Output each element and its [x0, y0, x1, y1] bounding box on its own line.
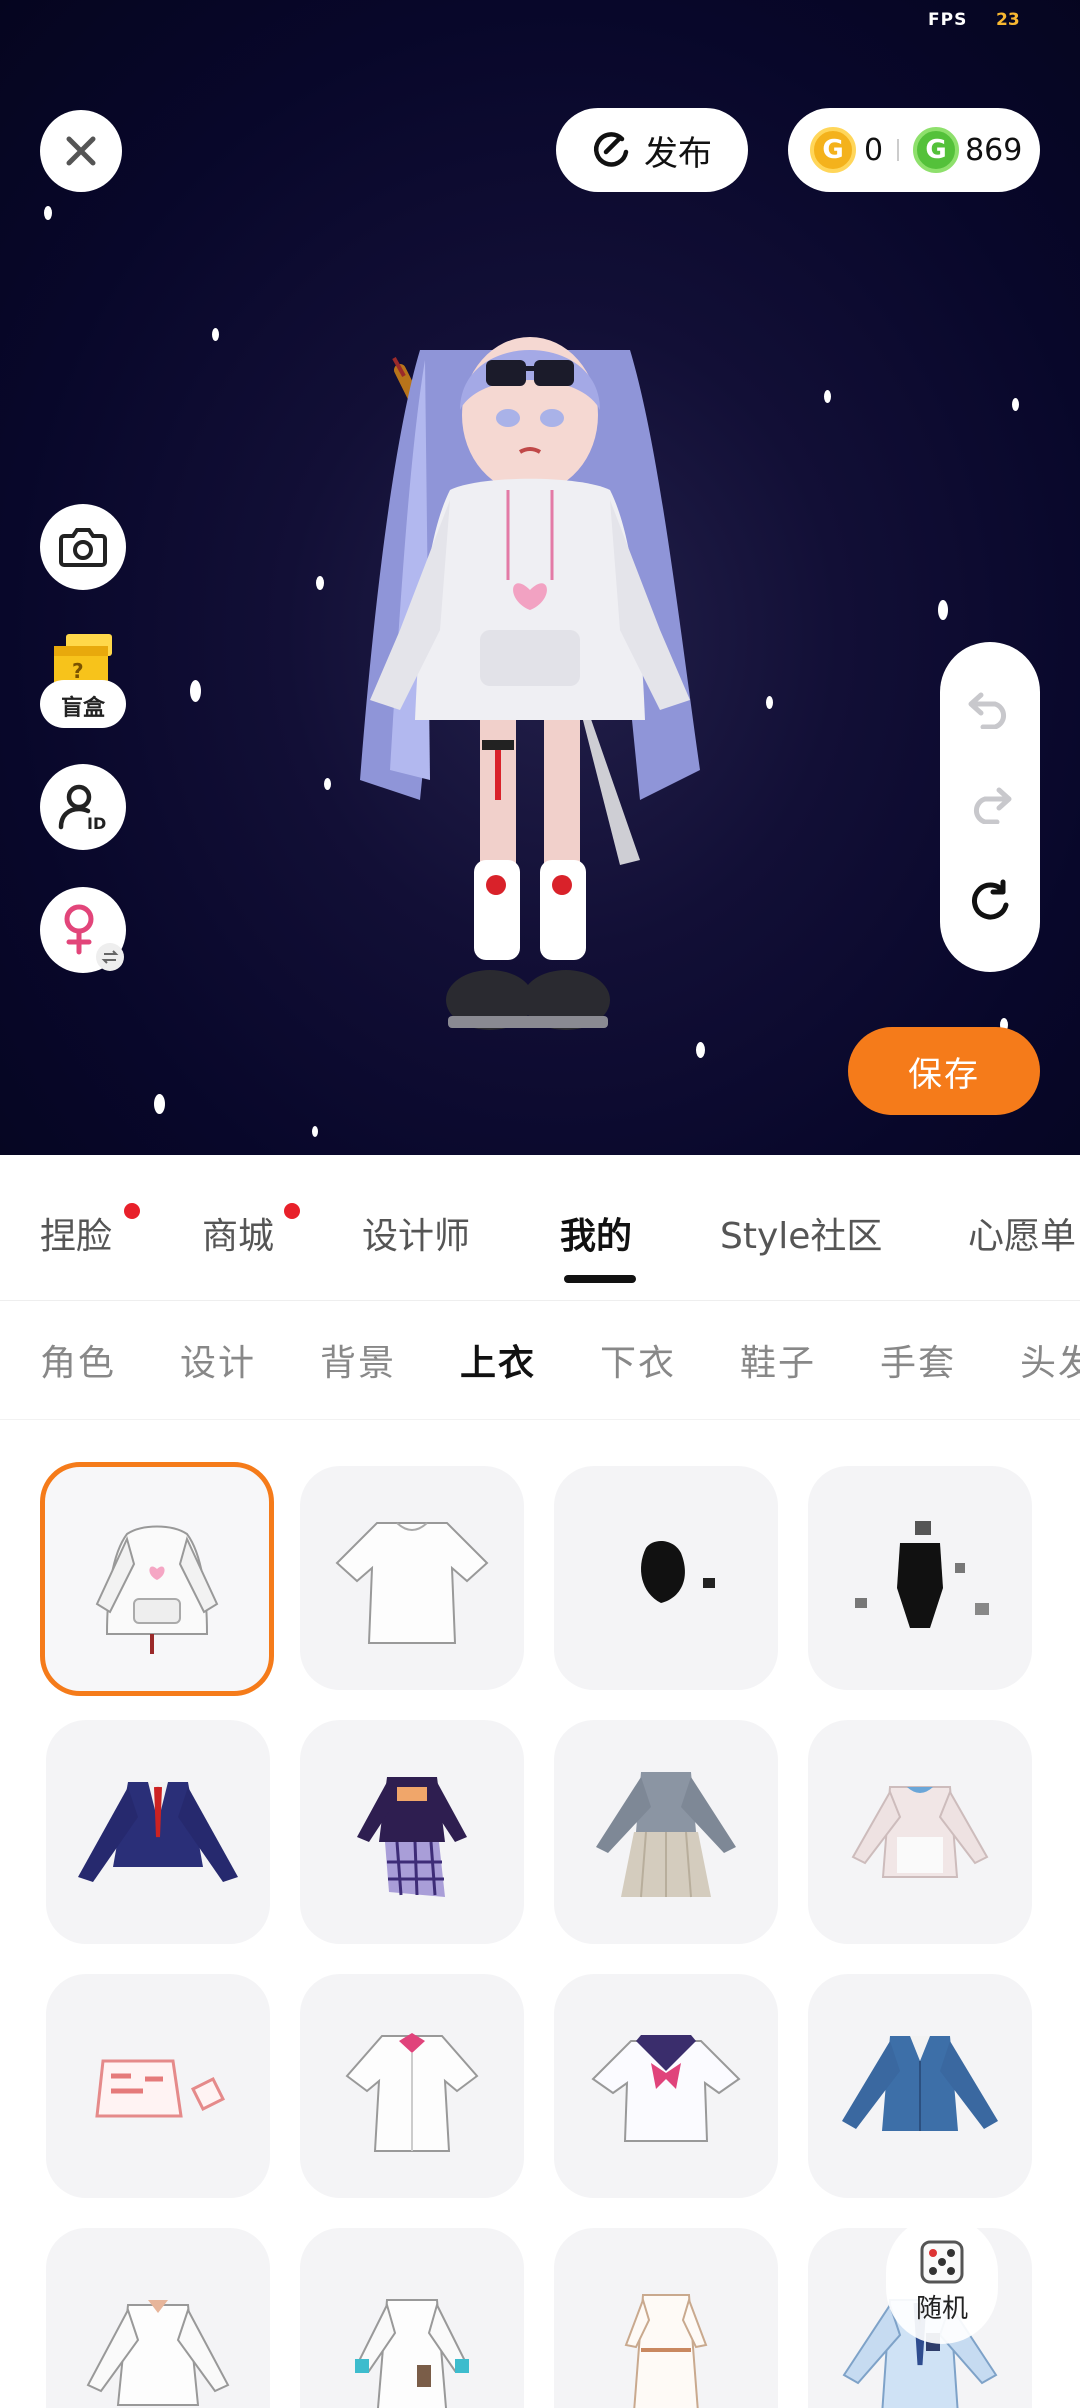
- save-button[interactable]: 保存: [848, 1027, 1040, 1115]
- pink-cardigan-item-icon: [851, 1786, 989, 1878]
- item-tile[interactable]: [808, 1720, 1032, 1944]
- close-button[interactable]: [40, 110, 122, 192]
- id-badge-text: ID: [87, 814, 106, 833]
- snowflake: [824, 390, 831, 403]
- white-blouse-item-icon: [345, 2033, 479, 2152]
- publish-icon: [593, 132, 629, 167]
- tab-designer[interactable]: 设计师: [362, 1207, 470, 1259]
- item-tile[interactable]: [554, 2228, 778, 2408]
- blindbox-button[interactable]: ? 盲盒: [40, 628, 126, 732]
- belted-dress-item-icon: [355, 2299, 469, 2408]
- snowflake: [154, 1094, 165, 1114]
- tshirt-item-icon: [335, 1522, 489, 1644]
- snowflake: [766, 696, 773, 709]
- dice-icon: [920, 2240, 964, 2283]
- notification-dot: [124, 1203, 140, 1219]
- gender-switch-button[interactable]: [40, 887, 126, 973]
- blue-jacket-item-icon: [842, 2036, 998, 2131]
- tab-wishlist[interactable]: 心愿单: [968, 1207, 1076, 1259]
- purple-outfit-item-icon: [357, 1777, 467, 1897]
- random-label: 随机: [915, 2293, 968, 2324]
- snowflake: [44, 206, 52, 220]
- active-tab-indicator: [564, 1275, 636, 1283]
- reset-icon[interactable]: [967, 879, 1013, 925]
- subtab-tops[interactable]: 上衣: [460, 1334, 536, 1386]
- item-tile[interactable]: [554, 1720, 778, 1944]
- user-id-icon: ID: [58, 784, 106, 833]
- item-tile[interactable]: [300, 2228, 524, 2408]
- snowflake: [312, 1126, 318, 1137]
- item-tile[interactable]: [46, 1974, 270, 2198]
- snowflake: [316, 576, 324, 590]
- gold-amount: 0: [864, 132, 884, 168]
- subtab-shoes[interactable]: 鞋子: [740, 1334, 816, 1386]
- bodysuit-item-icon: [855, 1521, 989, 1628]
- currency-divider: [897, 139, 900, 161]
- avatar-stage[interactable]: FPS 23 发布 G 0 G 869 ? 盲盒 ID 保存: [0, 0, 1080, 1155]
- category-tab-bar: 角色 设计 背景 上衣 下衣 鞋子 手套 头发: [0, 1302, 1080, 1420]
- item-tile[interactable]: [46, 2228, 270, 2408]
- sailor-top-item-icon: [591, 2035, 741, 2142]
- item-tile[interactable]: [46, 1720, 270, 1944]
- blindbox-label: 盲盒: [40, 680, 126, 728]
- undo-icon[interactable]: [967, 689, 1013, 730]
- grey-uniform-item-icon: [596, 1772, 736, 1898]
- subtab-hair[interactable]: 头发: [1020, 1334, 1080, 1386]
- swap-icon: [96, 943, 124, 971]
- fps-value: 23: [996, 10, 1020, 30]
- publish-label: 发布: [644, 133, 712, 174]
- item-tile[interactable]: [300, 1720, 524, 1944]
- snowflake: [190, 680, 201, 702]
- main-tab-bar: 捏脸 商城 设计师 我的 Style社区 心愿单: [0, 1155, 1080, 1301]
- subtab-gloves[interactable]: 手套: [880, 1334, 956, 1386]
- hoodie-item-icon: [95, 1525, 219, 1654]
- gold-coin-icon: G: [810, 127, 856, 173]
- item-tile[interactable]: [554, 1466, 778, 1690]
- notification-dot: [284, 1203, 300, 1219]
- avatar-id-button[interactable]: ID: [40, 764, 126, 850]
- currency-balance[interactable]: G 0 G 869: [788, 108, 1040, 192]
- long-dress-item-icon: [624, 2294, 708, 2408]
- black-accessory-item-icon: [641, 1541, 715, 1603]
- item-tile[interactable]: [808, 1466, 1032, 1690]
- tab-mine[interactable]: 我的: [560, 1207, 632, 1259]
- publish-button[interactable]: 发布: [556, 108, 748, 192]
- item-tile[interactable]: [300, 1466, 524, 1690]
- random-button[interactable]: 随机: [886, 2216, 998, 2344]
- blazer-item-icon: [78, 1782, 238, 1882]
- subtab-character[interactable]: 角色: [40, 1334, 116, 1386]
- camera-button[interactable]: [40, 504, 126, 590]
- edit-history-panel: [940, 642, 1040, 972]
- redo-icon[interactable]: [967, 784, 1013, 824]
- green-amount: 869: [965, 132, 1023, 168]
- green-coin-icon: G: [913, 127, 960, 173]
- fps-label: FPS: [928, 10, 968, 30]
- snowflake: [212, 328, 219, 341]
- snowflake: [1012, 398, 1019, 411]
- tab-shop[interactable]: 商城: [202, 1207, 274, 1259]
- ruffle-blouse-item-icon: [86, 2300, 230, 2406]
- subtab-background[interactable]: 背景: [320, 1334, 396, 1386]
- item-tile[interactable]: [554, 1974, 778, 2198]
- camera-icon: [59, 528, 107, 567]
- tab-style-community[interactable]: Style社区: [720, 1207, 882, 1259]
- tab-face[interactable]: 捏脸: [40, 1207, 112, 1259]
- close-icon: [66, 136, 96, 166]
- subtab-design[interactable]: 设计: [180, 1334, 256, 1386]
- item-tile[interactable]: [808, 1974, 1032, 2198]
- avatar-character-image[interactable]: [330, 300, 730, 1100]
- item-tile[interactable]: [300, 1974, 524, 2198]
- snowflake: [938, 600, 948, 620]
- subtab-bottoms[interactable]: 下衣: [600, 1334, 676, 1386]
- item-tile-selected[interactable]: [40, 1462, 274, 1696]
- pink-crop-shirt-item-icon: [95, 2059, 226, 2118]
